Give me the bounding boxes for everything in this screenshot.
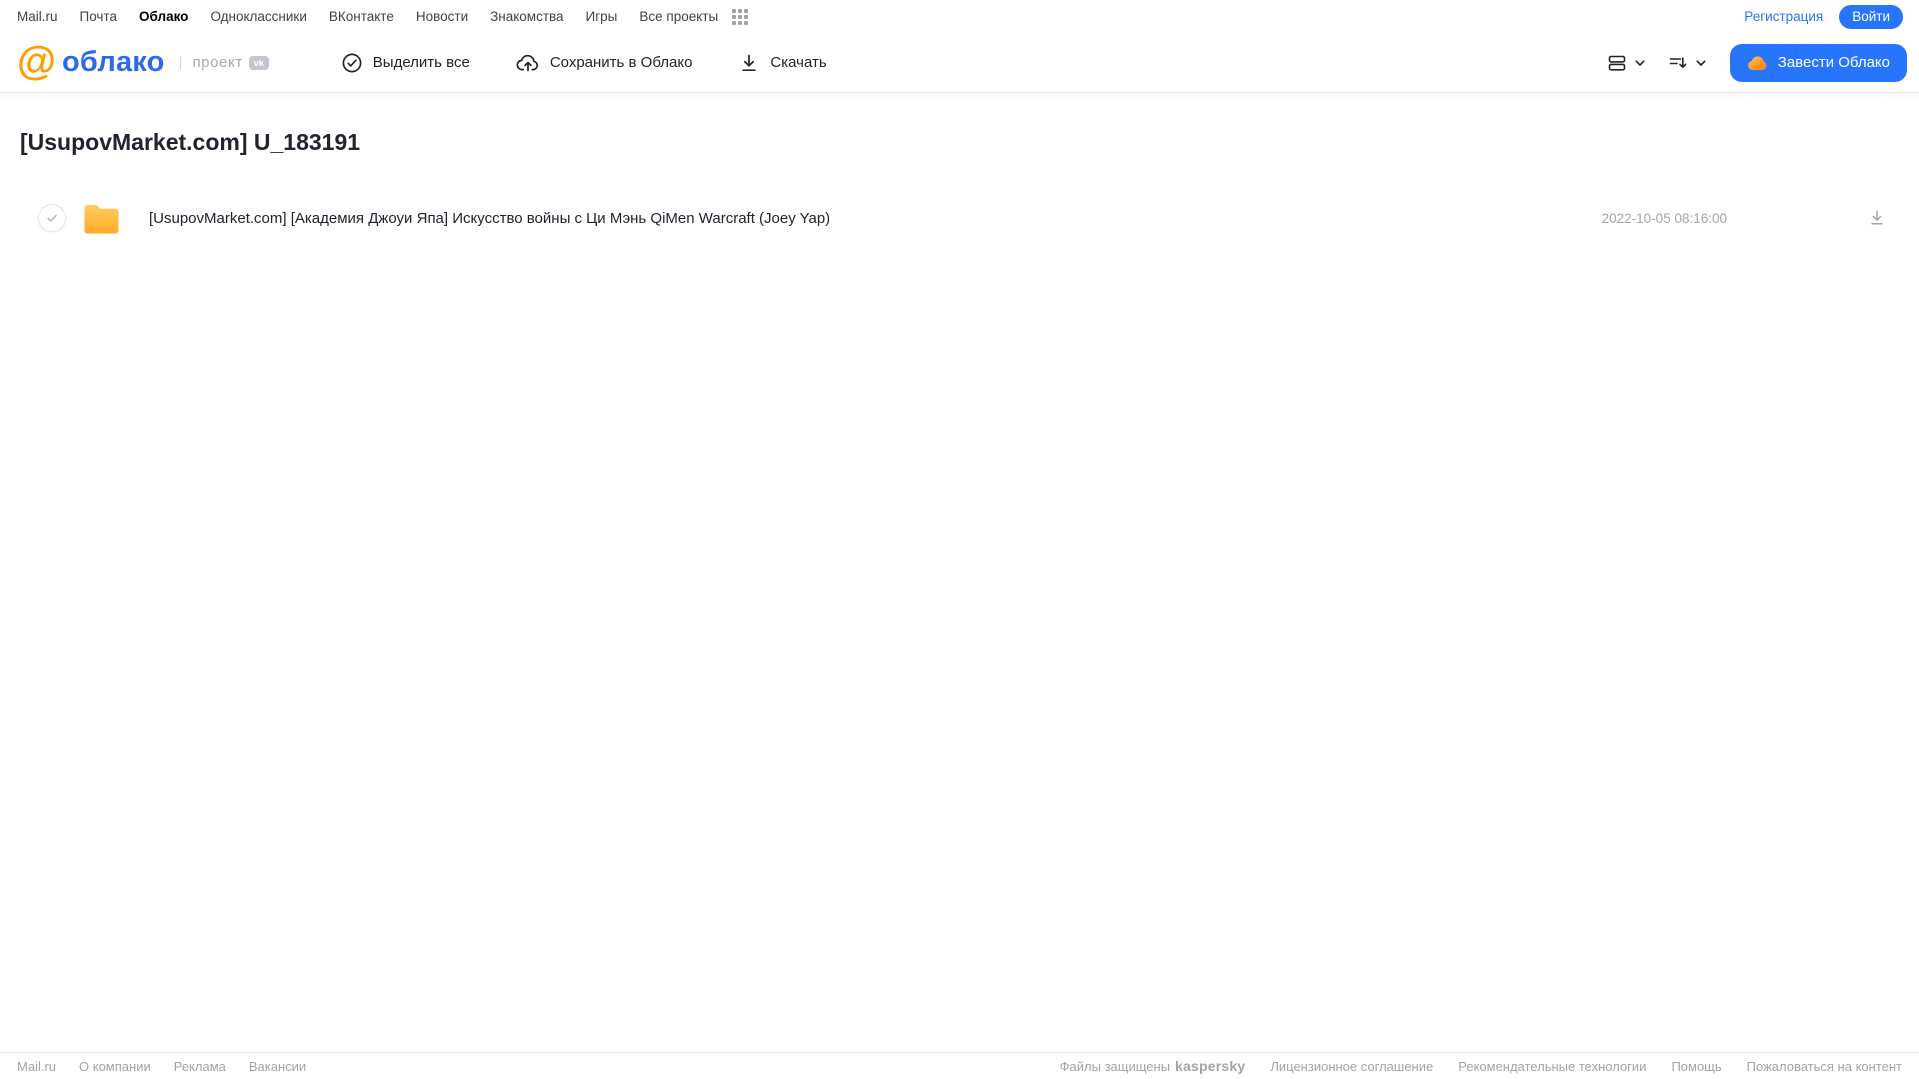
protected-label: Файлы защищены [1059,1058,1171,1074]
page-title: [UsupovMarket.com] U_183191 [20,129,361,155]
share-toolbar: Выделить все Сохранить в Облако Скачать [341,52,827,74]
topnav-links: Mail.ru Почта Облако Одноклассники ВКонт… [17,8,749,25]
topnav-link-pochta[interactable]: Почта [80,9,118,24]
login-button[interactable]: Войти [1839,4,1903,29]
checkmark-icon [47,214,57,222]
footer-left-links: Mail.ru О компании Реклама Вакансии [17,1059,306,1074]
view-mode-dropdown[interactable] [1606,52,1647,74]
cloud-header: @ облако | проект vk Выделить все Сохран… [0,33,1919,92]
footer-link-help[interactable]: Помощь [1671,1059,1721,1074]
mailru-topnav: Mail.ru Почта Облако Одноклассники ВКонт… [0,0,1919,33]
kaspersky-logo-link[interactable]: kaspersky [1175,1058,1245,1074]
sort-dropdown[interactable] [1667,52,1708,74]
download-all-label: Скачать [770,54,827,71]
select-all-label: Выделить все [372,54,470,71]
topnav-link-odnoklassniki[interactable]: Одноклассники [210,9,306,24]
check-circle-icon [342,53,362,72]
file-date: 2022-10-05 08:16:00 [1601,210,1727,226]
cloud-badge-icon [1747,55,1767,70]
page-footer: Mail.ru О компании Реклама Вакансии Файл… [0,1052,1919,1079]
kaspersky-protection: Файлы защищены kaspersky [1060,1058,1246,1074]
folder-icon [84,204,119,233]
cloud-upload-icon [516,54,538,71]
share-content: [UsupovMarket.com] U_183191 [UsupovMarke… [0,129,1919,241]
list-view-icon [1608,55,1626,71]
topnav-link-novosti[interactable]: Новости [416,9,468,24]
projects-grid-icon[interactable] [732,8,749,25]
row-checkbox[interactable] [38,204,66,232]
select-all-button[interactable]: Выделить все [341,52,470,74]
cloud-logo[interactable]: @ облако | проект vk [17,39,269,83]
footer-right-links: Файлы защищены kaspersky Лицензионное со… [1060,1058,1902,1074]
save-to-cloud-button[interactable]: Сохранить в Облако [516,52,693,74]
logo-divider: | [178,54,183,71]
mailru-at-icon: @ [17,39,57,83]
topnav-link-znakomstva[interactable]: Знакомства [490,9,563,24]
topnav-link-vkontakte[interactable]: ВКонтакте [329,9,394,24]
get-cloud-label: Завести Облако [1777,54,1890,71]
header-controls: Завести Облако [1606,43,1907,82]
chevron-down-icon [1635,59,1645,66]
download-icon [742,54,757,71]
get-cloud-button[interactable]: Завести Облако [1729,43,1907,82]
topnav-auth: Регистрация Войти [1744,4,1903,29]
chevron-down-icon [1696,59,1706,66]
cloud-logo-text: облако [62,46,165,78]
footer-link-about[interactable]: О компании [79,1059,151,1074]
file-row[interactable]: [UsupovMarket.com] [Академия Джоуи Япа] … [20,195,1899,241]
sort-icon [1669,56,1687,68]
download-all-button[interactable]: Скачать [738,52,827,74]
registration-link[interactable]: Регистрация [1744,9,1823,24]
footer-link-jobs[interactable]: Вакансии [249,1059,306,1074]
topnav-link-igry[interactable]: Игры [586,9,618,24]
footer-link-license[interactable]: Лицензионное соглашение [1270,1059,1433,1074]
footer-link-recommendation-tech[interactable]: Рекомендательные технологии [1458,1059,1646,1074]
download-icon [1871,210,1883,225]
project-label: проект [192,54,243,71]
file-name-link[interactable]: [UsupovMarket.com] [Академия Джоуи Япа] … [149,210,830,227]
topnav-link-mailru[interactable]: Mail.ru [17,9,58,24]
topnav-link-oblako[interactable]: Облако [139,9,188,24]
footer-link-report-content[interactable]: Пожаловаться на контент [1747,1059,1902,1074]
row-download-button[interactable] [1868,209,1886,227]
topnav-link-all-projects[interactable]: Все проекты [639,9,718,24]
footer-link-mailru[interactable]: Mail.ru [17,1059,56,1074]
vk-badge-icon: vk [248,55,269,70]
footer-link-ads[interactable]: Реклама [174,1059,226,1074]
save-to-cloud-label: Сохранить в Облако [549,54,693,71]
